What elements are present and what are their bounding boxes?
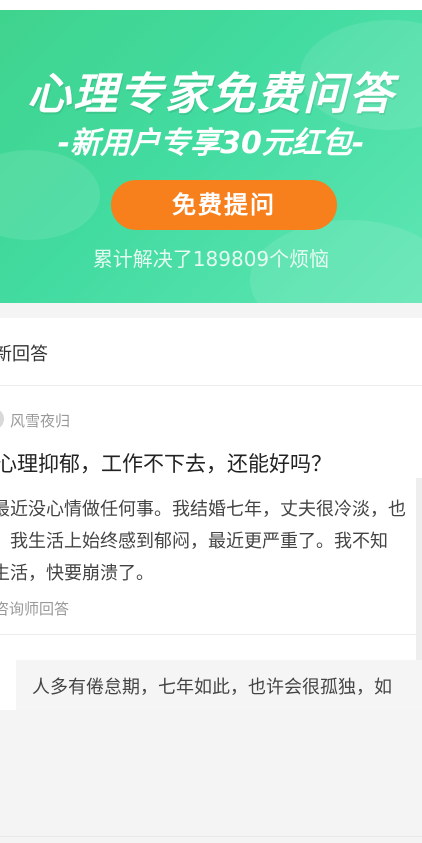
answered-label: 咨询师回答 [0, 600, 70, 618]
solved-count-text: 累计解决了189809个烦恼 [92, 247, 330, 271]
question-body: 最近没心情做任何事。我结婚七年，丈夫很冷淡，也 ，我生活上始终感到郁闷，最近更严… [0, 494, 422, 590]
section-title: 新回答 [0, 344, 48, 365]
question-body-line: ，我生活上始终感到郁闷，最近更严重了。我不知 [0, 531, 388, 552]
banner-subtitle: -新用户专享30元红包- [57, 126, 365, 161]
question-body-line: 生活，快要崩溃了。 [0, 563, 154, 584]
answer-preview-text: 人多有倦怠期，七年如此，也许会很孤独，如 [32, 677, 392, 698]
scrollbar[interactable] [416, 478, 422, 660]
username: 风雪夜归 [10, 412, 71, 430]
question-body-line: 最近没心情做任何事。我结婚七年，丈夫很冷淡，也 [0, 499, 406, 520]
bottom-divider [0, 836, 422, 837]
free-ask-button[interactable]: 免费提问 [111, 180, 337, 230]
answer-preview[interactable]: 人多有倦怠期，七年如此，也许会很孤独，如 [16, 660, 422, 710]
banner-title: 心理专家免费问答 [27, 69, 395, 120]
banner-decoration [0, 150, 100, 240]
question-title[interactable]: 心理抑郁，工作不下去，还能好吗？ [0, 448, 332, 478]
top-strip [0, 0, 422, 10]
promo-banner[interactable]: 心理专家免费问答 -新用户专享30元红包- 免费提问 累计解决了189809个烦… [0, 0, 422, 303]
divider [0, 385, 422, 386]
divider [0, 634, 422, 635]
